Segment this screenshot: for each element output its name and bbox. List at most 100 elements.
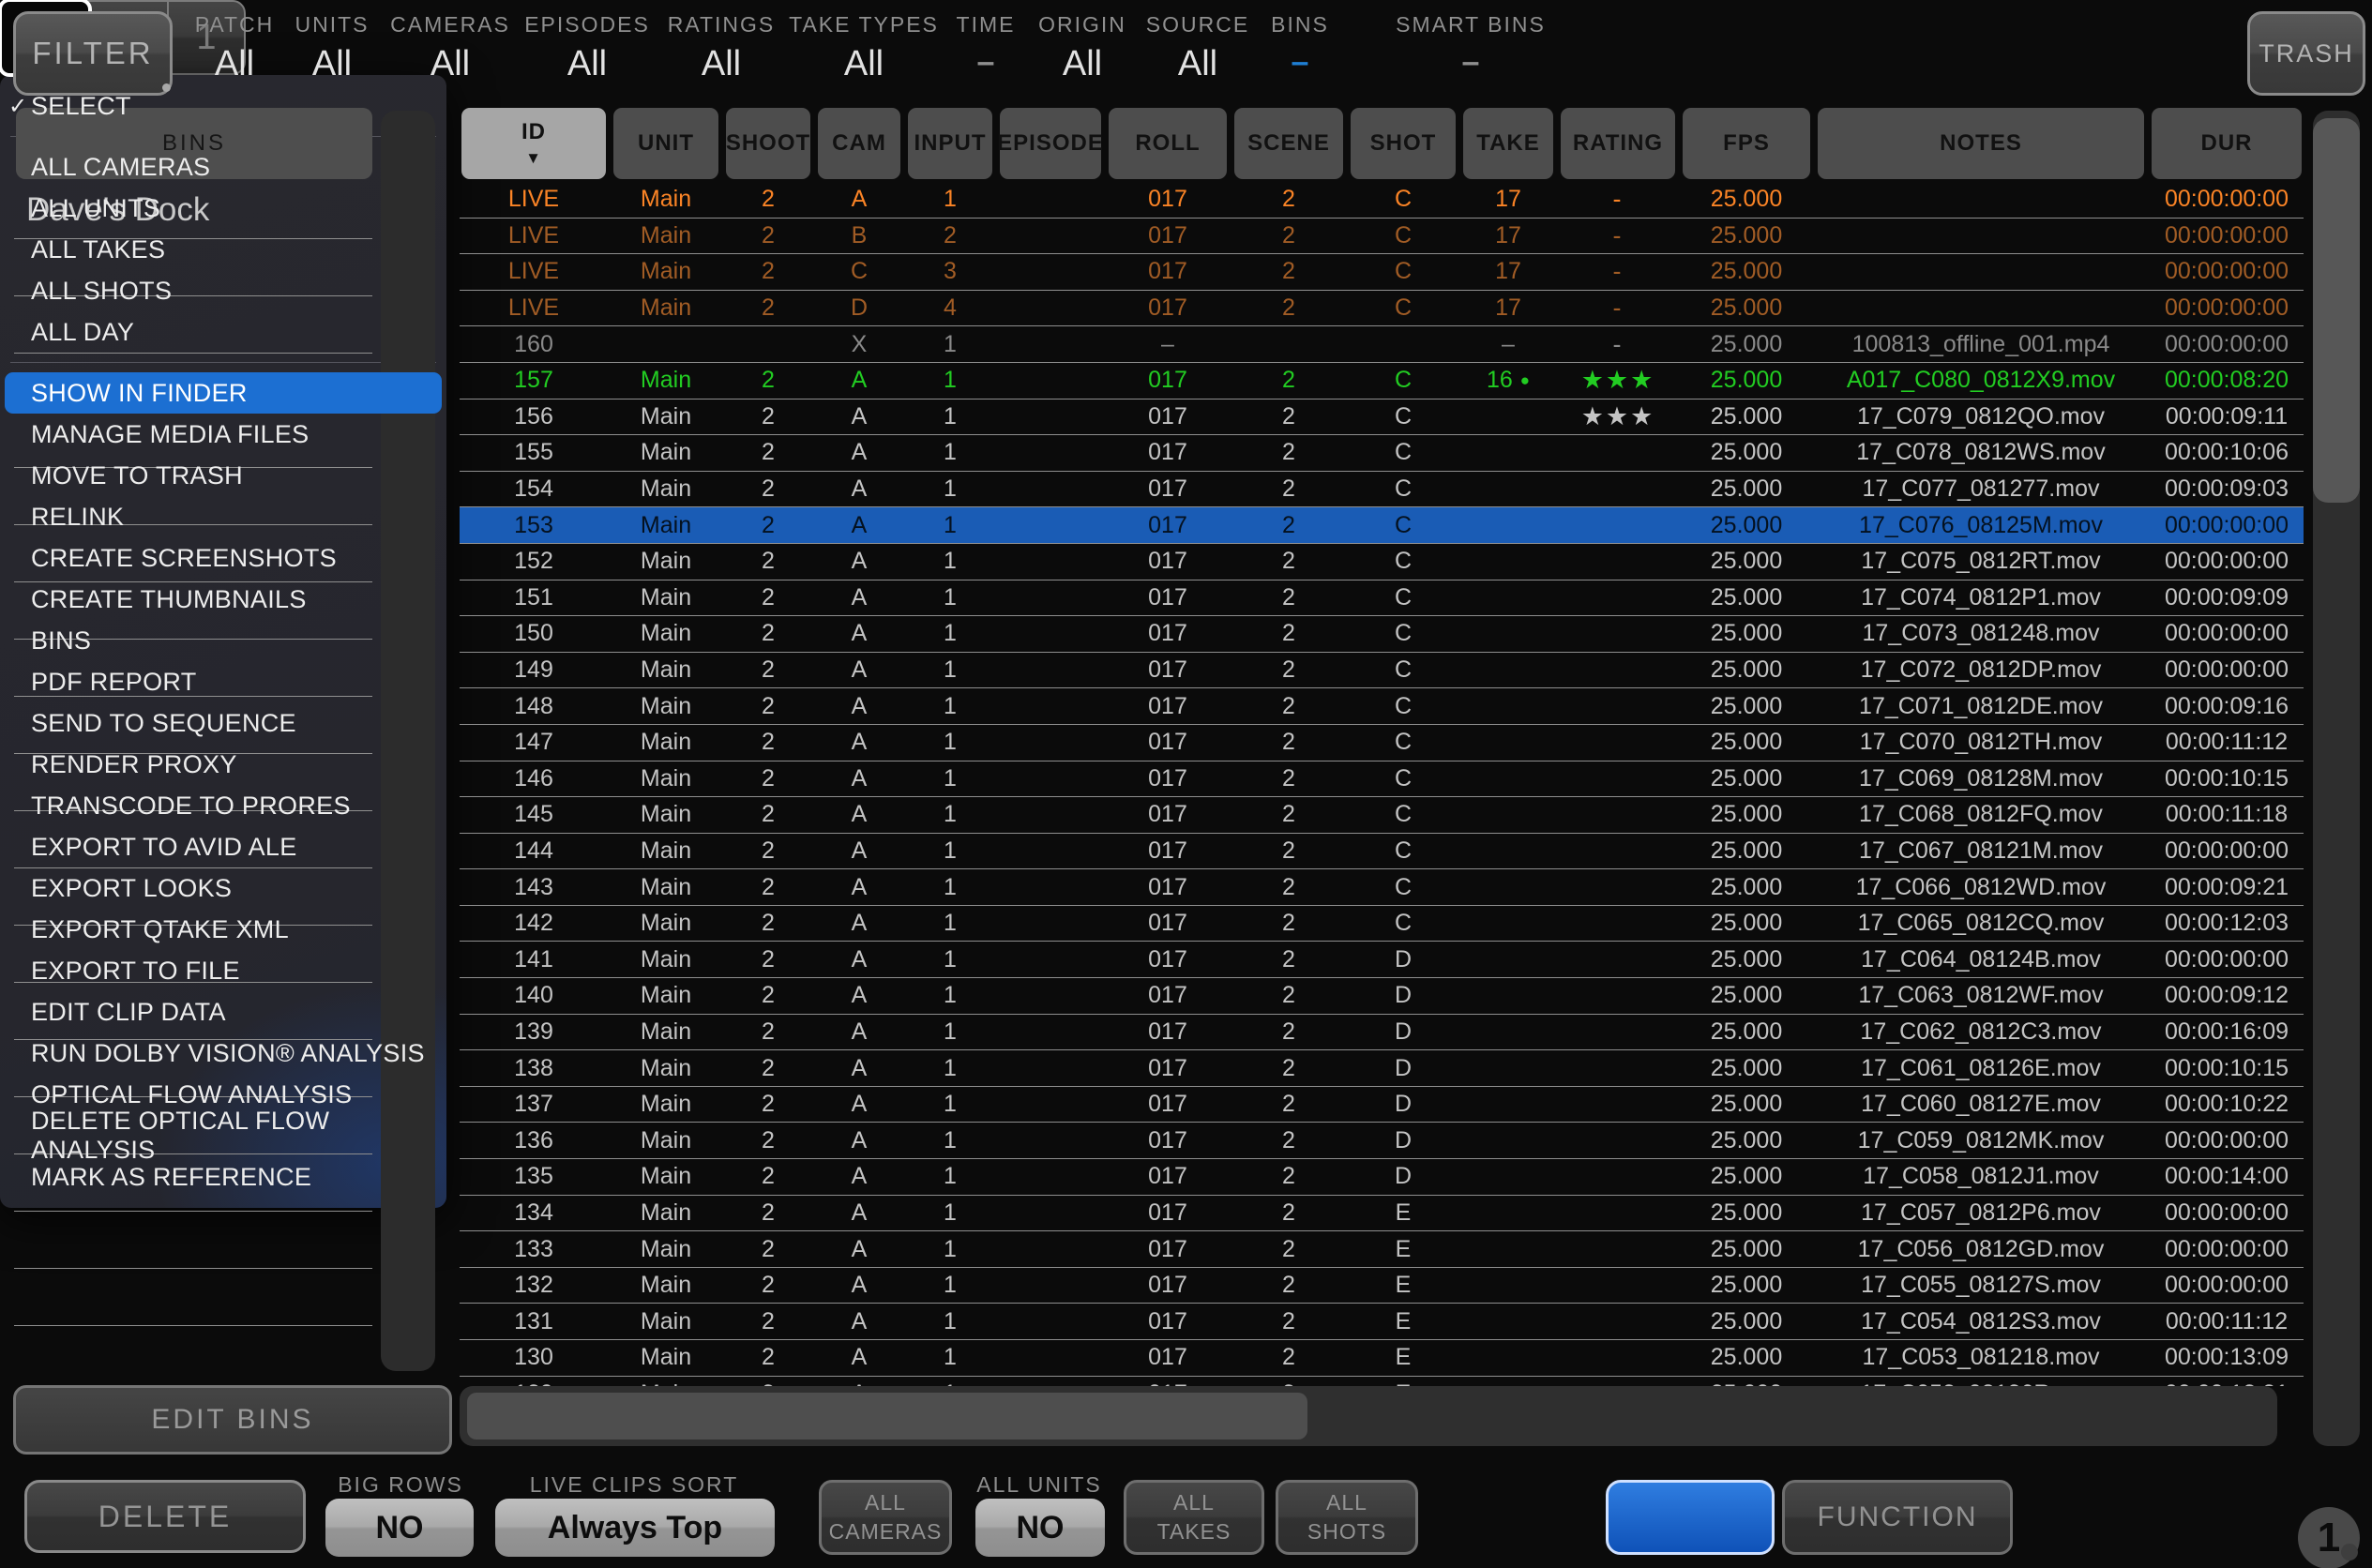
clip-row[interactable]: 151 Main 2 A 1 017 2 C ● 25.000 17_C074_…	[460, 580, 2304, 617]
clip-row[interactable]: 131 Main 2 A 1 017 2 E ● 25.000 17_C054_…	[460, 1304, 2304, 1340]
function-button[interactable]: FUNCTION	[1782, 1480, 2013, 1555]
context-menu-item[interactable]: ✓ MOVE TO TRASH	[0, 455, 446, 496]
clip-row[interactable]: 146 Main 2 A 1 017 2 C ● 25.000 17_C069_…	[460, 761, 2304, 798]
context-menu-item[interactable]: ✓ ALL CAMERAS	[0, 146, 446, 188]
cell-rating-stars	[1561, 1123, 1675, 1158]
context-menu-item[interactable]: ✓ SHOW IN FINDER	[5, 372, 442, 414]
filter-item[interactable]: TAKE TYPES All	[789, 12, 939, 84]
trash-button[interactable]: TRASH	[2247, 11, 2365, 96]
clip-row[interactable]: 156 Main 2 A 1 017 2 C ● ★★★ 25.000 17_C…	[460, 400, 2304, 436]
context-menu-item[interactable]: ✓ EXPORT TO AVID ALE	[0, 826, 446, 867]
context-menu-item[interactable]: ✓ CREATE THUMBNAILS	[0, 579, 446, 620]
delete-button[interactable]: DELETE	[24, 1480, 306, 1553]
column-header[interactable]: TAKE ▼	[1463, 108, 1553, 179]
context-menu-item[interactable]: ✓ EXPORT QTAKE XML	[0, 909, 446, 950]
clip-row[interactable]: LIVE Main 2 B 2 017 2 C 17● - 25.000 00:…	[460, 219, 2304, 255]
live-clips-sort-toggle[interactable]: Always Top	[495, 1499, 775, 1557]
clip-row[interactable]: 148 Main 2 A 1 017 2 C ● 25.000 17_C071_…	[460, 688, 2304, 725]
clip-row[interactable]: LIVE Main 2 C 3 017 2 C 17● - 25.000 00:…	[460, 254, 2304, 291]
bin-list-item[interactable]	[14, 1212, 372, 1269]
clip-row[interactable]: 134 Main 2 A 1 017 2 E ● 25.000 17_C057_…	[460, 1196, 2304, 1232]
big-rows-toggle[interactable]: NO	[325, 1499, 474, 1557]
context-menu-item[interactable]: ✓ SEND TO SEQUENCE	[0, 702, 446, 744]
clip-row[interactable]: 154 Main 2 A 1 017 2 C ● 25.000 17_C077_…	[460, 472, 2304, 508]
context-menu-item[interactable]: ✓ BINS	[0, 620, 446, 661]
filter-item[interactable]: UNITS All	[295, 12, 370, 84]
clip-row[interactable]: 136 Main 2 A 1 017 2 D ● 25.000 17_C059_…	[460, 1123, 2304, 1159]
context-menu-item[interactable]: ✓ EXPORT TO FILE	[0, 950, 446, 991]
filter-item[interactable]: PATCH All	[195, 12, 275, 84]
context-menu-item[interactable]: ✓ EDIT CLIP DATA	[0, 991, 446, 1033]
bin-list-item[interactable]	[14, 1269, 372, 1326]
context-menu-item[interactable]: ✓ PDF REPORT	[0, 661, 446, 702]
context-menu-item[interactable]: ✓ DELETE OPTICAL FLOW ANALYSIS	[0, 1115, 446, 1156]
clip-row[interactable]: 137 Main 2 A 1 017 2 D ● 25.000 17_C060_…	[460, 1087, 2304, 1123]
context-menu-item[interactable]: ✓ RELINK	[0, 496, 446, 537]
vertical-scrollbar-thumb[interactable]	[2313, 118, 2360, 503]
clip-row[interactable]: 153 Main 2 A 1 017 2 C ● 25.000 17_C076_…	[460, 507, 2304, 544]
filter-item[interactable]: BINS –	[1271, 12, 1329, 81]
filter-item[interactable]: SMART BINS –	[1396, 12, 1546, 81]
clip-row[interactable]: 152 Main 2 A 1 017 2 C ● 25.000 17_C075_…	[460, 544, 2304, 580]
filter-item[interactable]: CAMERAS All	[390, 12, 510, 84]
column-header[interactable]: UNIT ▼	[613, 108, 718, 179]
column-header[interactable]: SCENE ▼	[1234, 108, 1343, 179]
all-takes-button[interactable]: ALL TAKES	[1124, 1480, 1264, 1555]
context-menu-item[interactable]: ✓ SELECT	[0, 85, 446, 127]
context-menu-item[interactable]: ✓ CREATE SCREENSHOTS	[0, 537, 446, 579]
clip-row[interactable]: 132 Main 2 A 1 017 2 E ● 25.000 17_C055_…	[460, 1268, 2304, 1304]
context-menu-item[interactable]: ✓ EXPORT LOOKS	[0, 867, 446, 909]
filter-item[interactable]: ORIGIN All	[1038, 12, 1126, 84]
context-menu-item[interactable]: ✓ TRANSCODE TO PRORES	[0, 785, 446, 826]
clip-row[interactable]: 150 Main 2 A 1 017 2 C ● 25.000 17_C073_…	[460, 616, 2304, 653]
clip-row[interactable]: 135 Main 2 A 1 017 2 D ● 25.000 17_C058_…	[460, 1159, 2304, 1196]
edit-bins-button[interactable]: EDIT BINS	[13, 1385, 452, 1455]
context-menu-item[interactable]: ✓ MARK AS REFERENCE	[0, 1156, 446, 1198]
clip-row[interactable]: 140 Main 2 A 1 017 2 D ● 25.000 17_C063_…	[460, 978, 2304, 1015]
context-menu-item[interactable]: ✓ ALL TAKES	[0, 229, 446, 270]
filter-item[interactable]: EPISODES All	[524, 12, 650, 84]
clip-row[interactable]: 147 Main 2 A 1 017 2 C ● 25.000 17_C070_…	[460, 725, 2304, 761]
column-header[interactable]: INPUT ▼	[908, 108, 992, 179]
all-units-toggle[interactable]: NO	[975, 1499, 1105, 1557]
clip-row[interactable]: 157 Main 2 A 1 017 2 C 16● ★★★ 25.000 A0…	[460, 363, 2304, 400]
context-menu-item[interactable]: ✓ RENDER PROXY	[0, 744, 446, 785]
clip-row[interactable]: 142 Main 2 A 1 017 2 C ● 25.000 17_C065_…	[460, 906, 2304, 942]
clip-row[interactable]: 141 Main 2 A 1 017 2 D ● 25.000 17_C064_…	[460, 942, 2304, 978]
clip-row[interactable]: 139 Main 2 A 1 017 2 D ● 25.000 17_C062_…	[460, 1015, 2304, 1051]
clip-row[interactable]: LIVE Main 2 A 1 017 2 C 17● - 25.000 00:…	[460, 182, 2304, 219]
all-cameras-button[interactable]: ALL CAMERAS	[819, 1480, 952, 1555]
clip-row[interactable]: 149 Main 2 A 1 017 2 C ● 25.000 17_C072_…	[460, 653, 2304, 689]
column-header[interactable]: CAM ▼	[818, 108, 900, 179]
column-header[interactable]: ID ▼	[461, 108, 606, 179]
clip-row[interactable]: 130 Main 2 A 1 017 2 E ● 25.000 17_C053_…	[460, 1340, 2304, 1377]
context-menu-item[interactable]: ✓ ALL UNITS	[0, 188, 446, 229]
column-header[interactable]: DUR ▼	[2152, 108, 2302, 179]
column-header[interactable]: SHOT ▼	[1351, 108, 1456, 179]
context-menu-item[interactable]: ✓ ALL SHOTS	[0, 270, 446, 311]
context-menu-item[interactable]: ✓ RUN DOLBY VISION® ANALYSIS	[0, 1033, 446, 1074]
filter-item[interactable]: SOURCE All	[1146, 12, 1249, 84]
clip-row[interactable]: 138 Main 2 A 1 017 2 D ● 25.000 17_C061_…	[460, 1050, 2304, 1087]
clip-row[interactable]: 143 Main 2 A 1 017 2 C ● 25.000 17_C066_…	[460, 869, 2304, 906]
horizontal-scrollbar-thumb[interactable]	[467, 1393, 1307, 1440]
context-menu-item[interactable]: ✓ ALL DAY	[0, 311, 446, 353]
column-header[interactable]: RATING ▼	[1561, 108, 1675, 179]
clip-row[interactable]: 160 X 1 – –● - 25.000 100813_offline_001…	[460, 326, 2304, 363]
clip-row[interactable]: LIVE Main 2 D 4 017 2 C 17● - 25.000 00:…	[460, 291, 2304, 327]
column-header[interactable]: FPS ▼	[1683, 108, 1810, 179]
column-header[interactable]: EPISODE ▼	[1000, 108, 1101, 179]
filter-item[interactable]: RATINGS All	[668, 12, 776, 84]
all-shots-button[interactable]: ALL SHOTS	[1276, 1480, 1418, 1555]
clip-row[interactable]: 145 Main 2 A 1 017 2 C ● 25.000 17_C068_…	[460, 797, 2304, 834]
clip-row[interactable]: 155 Main 2 A 1 017 2 C ● 25.000 17_C078_…	[460, 435, 2304, 472]
context-menu-item[interactable]: ✓ MANAGE MEDIA FILES	[0, 414, 446, 455]
clip-row[interactable]: 129 Main 2 A 1 017 2 E ● 25.000 17_C052_…	[460, 1377, 2304, 1386]
column-header[interactable]: ROLL ▼	[1109, 108, 1227, 179]
primary-action-button-partial[interactable]	[1606, 1480, 1775, 1555]
clip-row[interactable]: 144 Main 2 A 1 017 2 C ● 25.000 17_C067_…	[460, 834, 2304, 870]
clip-row[interactable]: 133 Main 2 A 1 017 2 E ● 25.000 17_C056_…	[460, 1231, 2304, 1268]
filter-item[interactable]: TIME –	[957, 12, 1016, 81]
column-header[interactable]: NOTES ▼	[1818, 108, 2144, 179]
column-header[interactable]: SHOOT ▼	[726, 108, 810, 179]
